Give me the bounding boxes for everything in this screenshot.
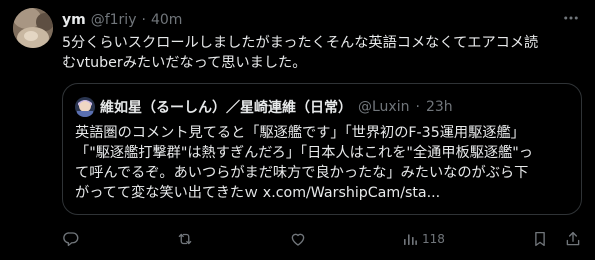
bookmark-icon [531, 230, 549, 248]
like-button[interactable] [289, 229, 307, 249]
quote-text-line: 英語圏のコメント見てると「駆逐艦です」「世界初のF-35運用駆逐艦」 [75, 125, 525, 141]
views-count: 118 [422, 232, 445, 246]
post-text: 5分くらいスクロールしましたがまったくそんな英語コメなくてエアコメ読 むvtub… [62, 33, 584, 73]
post-header: ym @f1riy · 40m [62, 10, 182, 30]
quote-header: 維如星（るーしん）／星崎連維（日常） @Luxin · 23h [75, 97, 453, 117]
avatar[interactable] [13, 8, 53, 48]
share-icon [564, 230, 582, 248]
like-icon [289, 230, 307, 248]
quoted-post[interactable]: 維如星（るーしん）／星崎連維（日常） @Luxin · 23h 英語圏のコメント… [62, 83, 582, 215]
author-name[interactable]: ym [62, 12, 86, 28]
quote-text: 英語圏のコメント見てると「駆逐艦です」「世界初のF-35運用駆逐艦」 「"駆逐艦… [75, 123, 575, 203]
repost-icon [176, 230, 194, 248]
more-horizontal-icon [562, 9, 580, 31]
separator-dot: · [141, 12, 146, 28]
quote-separator-dot: · [415, 99, 420, 115]
quote-avatar [75, 97, 95, 117]
quote-text-line: て呼んでるぞ。あいつらがまだ味方で良かったな」みたいなのがぶら下 [75, 165, 529, 181]
repost-button[interactable] [176, 229, 194, 249]
action-bar: 118 [62, 229, 584, 249]
views-button[interactable]: 118 [402, 229, 445, 249]
quote-author-name[interactable]: 維如星（るーしん）／星崎連維（日常） [100, 97, 352, 117]
author-handle[interactable]: @f1riy [91, 12, 137, 28]
reply-icon [62, 230, 80, 248]
post-time[interactable]: 40m [151, 12, 182, 28]
quote-text-line: 「"駆逐艦打撃群"は熱すぎんだろ」「日本人はこれを"全通甲板駆逐艦"っ [75, 145, 533, 161]
reply-button[interactable] [62, 229, 80, 249]
quote-time[interactable]: 23h [426, 99, 453, 115]
post-text-line: むvtuberみたいだなって思いました。 [62, 55, 307, 71]
quote-text-line: がってて変な笑い出てきたｗ x.com/WarshipCam/sta... [75, 185, 441, 201]
post[interactable]: ym @f1riy · 40m 5分くらいスクロールしましたがまったくそんな英語… [0, 0, 595, 260]
share-button[interactable] [564, 229, 582, 249]
views-icon [402, 231, 418, 247]
quote-author-handle[interactable]: @Luxin [358, 99, 409, 115]
post-text-line: 5分くらいスクロールしましたがまったくそんな英語コメなくてエアコメ読 [62, 35, 539, 51]
bookmark-button[interactable] [531, 229, 549, 249]
more-options-button[interactable] [561, 10, 581, 30]
